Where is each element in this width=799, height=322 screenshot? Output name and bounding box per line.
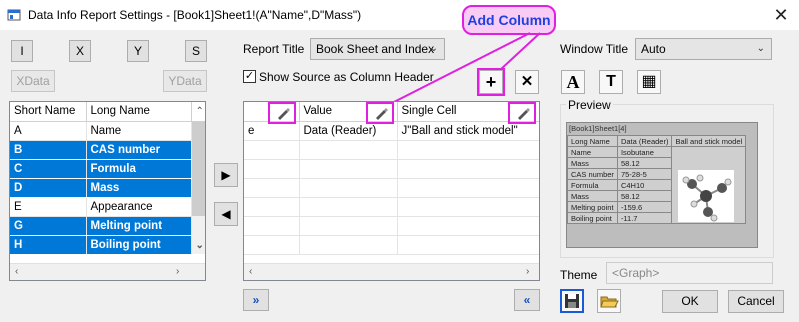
short-name-cell: D [10, 178, 87, 198]
report-title-label: Report Title [243, 42, 305, 56]
preview-cell: Mass [567, 190, 618, 202]
add-column-highlight [477, 68, 505, 96]
columns-list[interactable]: Short Name Long Name ⌃ A Name B CAS number… [9, 101, 206, 281]
window-title-value: Auto [641, 42, 666, 56]
long-name-cell: Formula [86, 159, 192, 179]
pencil-icon[interactable] [373, 105, 389, 121]
ok-button[interactable]: OK [662, 290, 718, 313]
report-title-value: Book Sheet and Index [316, 42, 435, 56]
list-item[interactable]: H Boiling point ⌄ [10, 235, 205, 255]
theme-field[interactable]: <Graph> [606, 262, 773, 284]
pencil-icon[interactable] [275, 105, 291, 121]
preview-cell: 58.12 [616, 190, 673, 202]
short-name-cell: H [10, 235, 87, 255]
preview-cell: Name [567, 146, 618, 158]
report-title-select[interactable]: Book Sheet and Index ⌄ [310, 38, 445, 60]
list-item[interactable]: A Name [10, 121, 205, 141]
horizontal-scrollbar[interactable]: ‹ › [244, 263, 539, 280]
long-name-cell: Name [86, 121, 192, 141]
list-item[interactable]: C Formula [10, 159, 205, 179]
y-type-button[interactable]: Y [127, 40, 149, 62]
long-name-cell: Appearance [86, 197, 192, 217]
list-item[interactable]: G Melting point [10, 216, 205, 236]
font-button[interactable]: A [561, 70, 585, 94]
preview-cell: 58.12 [616, 157, 673, 169]
scrollbar-track[interactable] [191, 216, 205, 235]
list-item[interactable]: B CAS number [10, 140, 205, 160]
table-row[interactable] [244, 140, 539, 160]
collapse-button[interactable]: « [514, 289, 540, 311]
scroll-right-arrow[interactable]: › [526, 266, 529, 277]
open-folder-icon[interactable] [597, 289, 621, 313]
preview-cell: CAS number [567, 168, 618, 180]
preview-header-cell: Ball and stick model [671, 135, 747, 147]
preview-cell: Formula [567, 179, 618, 191]
short-name-cell: B [10, 140, 87, 160]
table-row[interactable] [244, 235, 539, 255]
cancel-button[interactable]: Cancel [728, 290, 784, 313]
move-left-button[interactable]: ◀ [214, 202, 238, 226]
xdata-button[interactable]: XData [11, 70, 55, 92]
short-name-cell: G [10, 216, 87, 236]
short-name-cell: A [10, 121, 87, 141]
chevron-down-icon: ⌄ [429, 43, 438, 54]
scroll-down-arrow[interactable]: ⌄ [191, 235, 205, 254]
text-button[interactable]: T [599, 70, 623, 94]
long-name-cell: Boiling point [86, 235, 192, 255]
report-grid[interactable]: Value Single Cell e Data (Reader) J"Ball… [243, 101, 540, 281]
column-header-long-name[interactable]: Long Name [86, 102, 192, 122]
list-item[interactable]: E Appearance [10, 197, 205, 217]
chevron-down-icon: ⌄ [756, 43, 765, 54]
molecule-image [678, 170, 734, 222]
table-row[interactable] [244, 216, 539, 236]
move-right-button[interactable]: ▶ [214, 163, 238, 187]
save-icon[interactable] [560, 289, 584, 313]
column-header-short-name[interactable]: Short Name [10, 102, 87, 122]
short-name-cell: E [10, 197, 87, 217]
expand-button[interactable]: » [243, 289, 269, 311]
table-row[interactable] [244, 197, 539, 217]
s-type-button[interactable]: S [185, 40, 207, 62]
table-row[interactable] [244, 178, 539, 198]
list-item[interactable]: D Mass [10, 178, 205, 198]
scrollbar-thumb[interactable] [191, 178, 205, 197]
preview-label: Preview [566, 98, 613, 112]
preview-cell: Melting point [567, 201, 618, 213]
scrollbar-thumb[interactable] [191, 159, 205, 178]
preview-cell: Mass [567, 157, 618, 169]
scroll-right-arrow[interactable]: › [176, 266, 179, 277]
pencil-icon[interactable] [515, 105, 531, 121]
long-name-cell: Mass [86, 178, 192, 198]
table-grid-icon[interactable]: ▦ [637, 70, 661, 94]
preview-cell: 75-28-5 [616, 168, 673, 180]
ydata-button[interactable]: YData [163, 70, 207, 92]
preview-cell: -11.7 [616, 212, 673, 224]
scroll-up-arrow[interactable]: ⌃ [191, 102, 205, 122]
scrollbar-thumb[interactable] [191, 140, 205, 159]
horizontal-scrollbar[interactable]: ‹ › [10, 263, 205, 280]
scroll-left-arrow[interactable]: ‹ [249, 266, 252, 277]
long-name-cell: Melting point [86, 216, 192, 236]
x-type-button[interactable]: X [69, 40, 91, 62]
preview-cell: C4H10 [616, 179, 673, 191]
show-source-checkbox[interactable]: ✓ [243, 70, 256, 83]
show-source-label: Show Source as Column Header [259, 70, 434, 84]
remove-column-button[interactable]: ✕ [515, 70, 539, 94]
preview-header-cell: Long Name [567, 135, 618, 147]
short-name-cell: C [10, 159, 87, 179]
table-row[interactable] [244, 159, 539, 179]
preview-header-cell: Data (Reader) [616, 135, 673, 147]
window-title-label: Window Title [560, 42, 629, 56]
preview-cell: -159.6 [616, 201, 673, 213]
scrollbar-thumb[interactable] [191, 121, 205, 140]
i-type-button[interactable]: I [11, 40, 33, 62]
preview-sheet-label: [Book1]Sheet1[4] [569, 124, 627, 133]
scroll-left-arrow[interactable]: ‹ [15, 266, 18, 277]
theme-label: Theme [560, 268, 598, 282]
preview-cell: Isobutane [616, 146, 673, 158]
long-name-cell: CAS number [86, 140, 192, 160]
window-title-select[interactable]: Auto ⌄ [635, 38, 772, 60]
scrollbar-thumb[interactable] [191, 197, 205, 216]
preview-cell: Boiling point [567, 212, 618, 224]
